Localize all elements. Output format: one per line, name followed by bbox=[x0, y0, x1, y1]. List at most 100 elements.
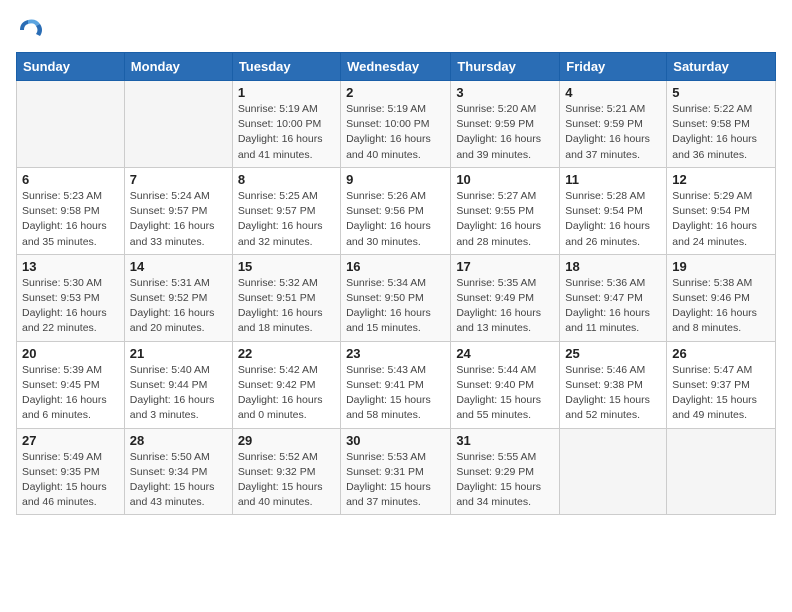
calendar-col-header: Saturday bbox=[667, 53, 776, 81]
day-info: Sunrise: 5:21 AM Sunset: 9:59 PM Dayligh… bbox=[565, 102, 661, 163]
calendar-col-header: Tuesday bbox=[232, 53, 340, 81]
calendar-cell: 29 Sunrise: 5:52 AM Sunset: 9:32 PM Dayli… bbox=[232, 428, 340, 515]
day-number: 3 bbox=[456, 85, 554, 100]
calendar-cell: 3 Sunrise: 5:20 AM Sunset: 9:59 PM Daylig… bbox=[451, 81, 560, 168]
day-number: 21 bbox=[130, 346, 227, 361]
day-info: Sunrise: 5:52 AM Sunset: 9:32 PM Dayligh… bbox=[238, 450, 335, 511]
day-info: Sunrise: 5:24 AM Sunset: 9:57 PM Dayligh… bbox=[130, 189, 227, 250]
day-info: Sunrise: 5:28 AM Sunset: 9:54 PM Dayligh… bbox=[565, 189, 661, 250]
day-info: Sunrise: 5:39 AM Sunset: 9:45 PM Dayligh… bbox=[22, 363, 119, 424]
calendar-cell: 22 Sunrise: 5:42 AM Sunset: 9:42 PM Dayli… bbox=[232, 341, 340, 428]
day-number: 20 bbox=[22, 346, 119, 361]
day-number: 30 bbox=[346, 433, 445, 448]
calendar-col-header: Thursday bbox=[451, 53, 560, 81]
day-number: 7 bbox=[130, 172, 227, 187]
day-number: 28 bbox=[130, 433, 227, 448]
day-info: Sunrise: 5:36 AM Sunset: 9:47 PM Dayligh… bbox=[565, 276, 661, 337]
day-info: Sunrise: 5:38 AM Sunset: 9:46 PM Dayligh… bbox=[672, 276, 770, 337]
calendar-cell: 20 Sunrise: 5:39 AM Sunset: 9:45 PM Dayli… bbox=[17, 341, 125, 428]
calendar-cell: 12 Sunrise: 5:29 AM Sunset: 9:54 PM Dayli… bbox=[667, 167, 776, 254]
calendar-cell: 15 Sunrise: 5:32 AM Sunset: 9:51 PM Dayli… bbox=[232, 254, 340, 341]
day-info: Sunrise: 5:53 AM Sunset: 9:31 PM Dayligh… bbox=[346, 450, 445, 511]
calendar-cell: 28 Sunrise: 5:50 AM Sunset: 9:34 PM Dayli… bbox=[124, 428, 232, 515]
calendar-cell: 23 Sunrise: 5:43 AM Sunset: 9:41 PM Dayli… bbox=[341, 341, 451, 428]
day-number: 26 bbox=[672, 346, 770, 361]
day-number: 5 bbox=[672, 85, 770, 100]
day-info: Sunrise: 5:43 AM Sunset: 9:41 PM Dayligh… bbox=[346, 363, 445, 424]
day-number: 23 bbox=[346, 346, 445, 361]
day-info: Sunrise: 5:23 AM Sunset: 9:58 PM Dayligh… bbox=[22, 189, 119, 250]
day-info: Sunrise: 5:44 AM Sunset: 9:40 PM Dayligh… bbox=[456, 363, 554, 424]
day-number: 14 bbox=[130, 259, 227, 274]
calendar-cell: 19 Sunrise: 5:38 AM Sunset: 9:46 PM Dayli… bbox=[667, 254, 776, 341]
day-number: 13 bbox=[22, 259, 119, 274]
day-number: 2 bbox=[346, 85, 445, 100]
day-number: 15 bbox=[238, 259, 335, 274]
day-number: 24 bbox=[456, 346, 554, 361]
calendar-cell: 9 Sunrise: 5:26 AM Sunset: 9:56 PM Daylig… bbox=[341, 167, 451, 254]
day-info: Sunrise: 5:34 AM Sunset: 9:50 PM Dayligh… bbox=[346, 276, 445, 337]
day-info: Sunrise: 5:32 AM Sunset: 9:51 PM Dayligh… bbox=[238, 276, 335, 337]
day-info: Sunrise: 5:47 AM Sunset: 9:37 PM Dayligh… bbox=[672, 363, 770, 424]
calendar-week-row: 1 Sunrise: 5:19 AM Sunset: 10:00 PM Dayli… bbox=[17, 81, 776, 168]
calendar-cell: 26 Sunrise: 5:47 AM Sunset: 9:37 PM Dayli… bbox=[667, 341, 776, 428]
day-number: 19 bbox=[672, 259, 770, 274]
day-number: 12 bbox=[672, 172, 770, 187]
day-number: 17 bbox=[456, 259, 554, 274]
calendar-cell: 2 Sunrise: 5:19 AM Sunset: 10:00 PM Dayli… bbox=[341, 81, 451, 168]
logo bbox=[16, 16, 48, 44]
calendar-cell bbox=[17, 81, 125, 168]
calendar-cell: 16 Sunrise: 5:34 AM Sunset: 9:50 PM Dayli… bbox=[341, 254, 451, 341]
day-info: Sunrise: 5:19 AM Sunset: 10:00 PM Daylig… bbox=[238, 102, 335, 163]
calendar-header-row: SundayMondayTuesdayWednesdayThursdayFrid… bbox=[17, 53, 776, 81]
calendar-col-header: Friday bbox=[560, 53, 667, 81]
day-info: Sunrise: 5:55 AM Sunset: 9:29 PM Dayligh… bbox=[456, 450, 554, 511]
day-info: Sunrise: 5:26 AM Sunset: 9:56 PM Dayligh… bbox=[346, 189, 445, 250]
calendar-cell bbox=[124, 81, 232, 168]
calendar-cell: 21 Sunrise: 5:40 AM Sunset: 9:44 PM Dayli… bbox=[124, 341, 232, 428]
calendar-col-header: Sunday bbox=[17, 53, 125, 81]
day-info: Sunrise: 5:29 AM Sunset: 9:54 PM Dayligh… bbox=[672, 189, 770, 250]
calendar-cell: 11Sunrise: 5:28 AM Sunset: 9:54 PM Dayli… bbox=[560, 167, 667, 254]
day-info: Sunrise: 5:49 AM Sunset: 9:35 PM Dayligh… bbox=[22, 450, 119, 511]
day-number: 27 bbox=[22, 433, 119, 448]
calendar-cell: 24 Sunrise: 5:44 AM Sunset: 9:40 PM Dayli… bbox=[451, 341, 560, 428]
calendar-cell: 10Sunrise: 5:27 AM Sunset: 9:55 PM Dayli… bbox=[451, 167, 560, 254]
day-number: 25 bbox=[565, 346, 661, 361]
day-number: 4 bbox=[565, 85, 661, 100]
calendar-cell: 27 Sunrise: 5:49 AM Sunset: 9:35 PM Dayli… bbox=[17, 428, 125, 515]
calendar-week-row: 13Sunrise: 5:30 AM Sunset: 9:53 PM Dayli… bbox=[17, 254, 776, 341]
calendar-cell bbox=[667, 428, 776, 515]
day-number: 18 bbox=[565, 259, 661, 274]
day-info: Sunrise: 5:35 AM Sunset: 9:49 PM Dayligh… bbox=[456, 276, 554, 337]
day-number: 6 bbox=[22, 172, 119, 187]
day-number: 16 bbox=[346, 259, 445, 274]
day-info: Sunrise: 5:27 AM Sunset: 9:55 PM Dayligh… bbox=[456, 189, 554, 250]
day-info: Sunrise: 5:40 AM Sunset: 9:44 PM Dayligh… bbox=[130, 363, 227, 424]
day-info: Sunrise: 5:19 AM Sunset: 10:00 PM Daylig… bbox=[346, 102, 445, 163]
calendar-week-row: 27 Sunrise: 5:49 AM Sunset: 9:35 PM Dayli… bbox=[17, 428, 776, 515]
calendar-cell: 31Sunrise: 5:55 AM Sunset: 9:29 PM Dayli… bbox=[451, 428, 560, 515]
calendar-cell: 5 Sunrise: 5:22 AM Sunset: 9:58 PM Daylig… bbox=[667, 81, 776, 168]
calendar-cell: 6 Sunrise: 5:23 AM Sunset: 9:58 PM Daylig… bbox=[17, 167, 125, 254]
calendar-cell: 8Sunrise: 5:25 AM Sunset: 9:57 PM Daylig… bbox=[232, 167, 340, 254]
calendar-week-row: 20 Sunrise: 5:39 AM Sunset: 9:45 PM Dayli… bbox=[17, 341, 776, 428]
day-info: Sunrise: 5:50 AM Sunset: 9:34 PM Dayligh… bbox=[130, 450, 227, 511]
day-info: Sunrise: 5:42 AM Sunset: 9:42 PM Dayligh… bbox=[238, 363, 335, 424]
calendar-cell: 1 Sunrise: 5:19 AM Sunset: 10:00 PM Dayli… bbox=[232, 81, 340, 168]
day-info: Sunrise: 5:22 AM Sunset: 9:58 PM Dayligh… bbox=[672, 102, 770, 163]
logo-icon bbox=[16, 16, 44, 44]
day-number: 9 bbox=[346, 172, 445, 187]
day-number: 1 bbox=[238, 85, 335, 100]
calendar-col-header: Wednesday bbox=[341, 53, 451, 81]
calendar-col-header: Monday bbox=[124, 53, 232, 81]
day-number: 22 bbox=[238, 346, 335, 361]
day-info: Sunrise: 5:20 AM Sunset: 9:59 PM Dayligh… bbox=[456, 102, 554, 163]
calendar-cell bbox=[560, 428, 667, 515]
calendar-cell: 4 Sunrise: 5:21 AM Sunset: 9:59 PM Daylig… bbox=[560, 81, 667, 168]
calendar-cell: 18 Sunrise: 5:36 AM Sunset: 9:47 PM Dayli… bbox=[560, 254, 667, 341]
day-info: Sunrise: 5:25 AM Sunset: 9:57 PM Dayligh… bbox=[238, 189, 335, 250]
day-info: Sunrise: 5:46 AM Sunset: 9:38 PM Dayligh… bbox=[565, 363, 661, 424]
day-number: 29 bbox=[238, 433, 335, 448]
calendar-cell: 17 Sunrise: 5:35 AM Sunset: 9:49 PM Dayli… bbox=[451, 254, 560, 341]
